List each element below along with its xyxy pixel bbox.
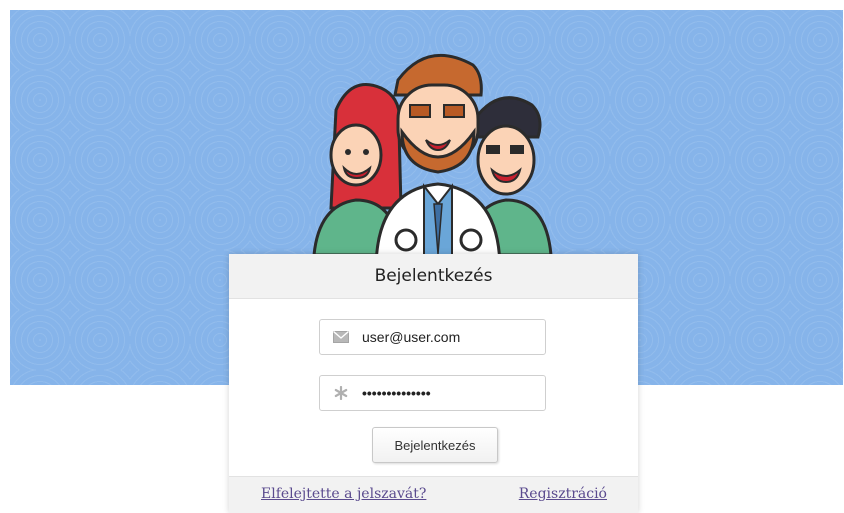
envelope-icon — [332, 330, 350, 344]
login-button[interactable]: Bejelentkezés — [372, 427, 498, 463]
forgot-password-link[interactable]: Elfelejtette a jelszavát? — [261, 486, 426, 502]
asterisk-icon — [332, 386, 350, 400]
login-title: Bejelentkezés — [374, 266, 493, 286]
email-value: user@user.com — [362, 329, 461, 345]
password-field[interactable]: •••••••••••••• — [319, 375, 546, 411]
doctors-illustration — [312, 53, 553, 270]
login-card: Bejelentkezés user@user.com ••••••••••••… — [229, 254, 638, 513]
card-footer: Elfelejtette a jelszavát? Regisztráció — [229, 476, 638, 513]
register-link[interactable]: Regisztráció — [519, 486, 607, 502]
card-header: Bejelentkezés — [229, 254, 638, 299]
login-page: Bejelentkezés user@user.com ••••••••••••… — [0, 0, 844, 513]
email-field[interactable]: user@user.com — [319, 319, 546, 355]
password-value: •••••••••••••• — [362, 385, 431, 401]
